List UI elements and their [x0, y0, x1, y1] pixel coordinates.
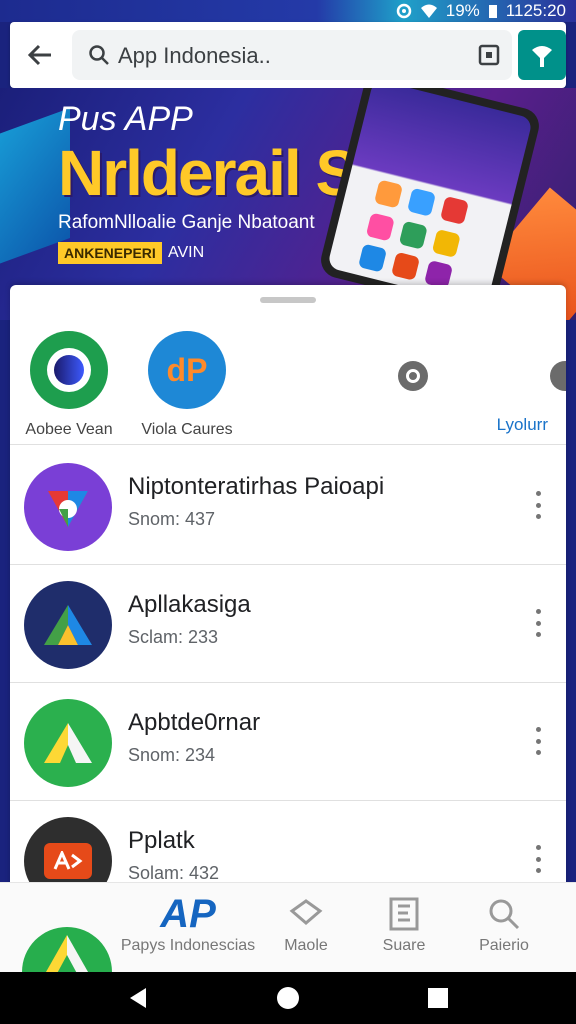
tag-icon	[289, 899, 323, 925]
app-meta: Snom: 234	[128, 745, 216, 765]
search-icon	[489, 899, 520, 930]
system-navigation-bar	[0, 972, 576, 1024]
app-icon: dP	[148, 331, 226, 409]
search-query: App Indonesia..	[118, 43, 271, 68]
bottom-navigation: AP Papys Indonescias Maole Suare Paierio	[0, 882, 576, 1017]
system-home-icon[interactable]	[276, 986, 300, 1010]
list-item[interactable]: Apbtde0rnar Snom: 234	[10, 683, 566, 801]
app-name: Apllakasiga	[128, 591, 251, 618]
microphone-icon	[532, 46, 552, 67]
app-name: Pplatk	[128, 827, 195, 854]
app-name: Niptonteratirhas Paioapi	[128, 473, 385, 500]
scan-icon[interactable]	[478, 44, 500, 66]
quick-apps-row: Aobee Vean dP Viola Caures Lyolurr	[10, 315, 566, 445]
nav-tab-search[interactable]: Paierio	[434, 891, 574, 955]
banner-subtitle: Pus APP	[58, 100, 193, 138]
more-options-icon[interactable]	[526, 487, 550, 523]
back-button[interactable]	[24, 39, 56, 71]
quick-app-label: Aobee Vean	[25, 421, 113, 438]
list-item[interactable]: Apllakasiga Sclam: 233	[10, 565, 566, 683]
list-item[interactable]: Niptonteratirhas Paioapi Snom: 437	[10, 447, 566, 565]
more-options-icon[interactable]	[526, 841, 550, 877]
more-options-icon[interactable]	[526, 605, 550, 641]
status-indicators: 19% 1125:20	[396, 0, 566, 22]
wifi-icon	[420, 4, 437, 18]
home-app-logo-text: AP	[160, 891, 216, 936]
results-sheet: Aobee Vean dP Viola Caures Lyolurr Nipto…	[10, 285, 566, 905]
app-meta: Solam: 432	[128, 863, 220, 883]
location-icon	[396, 3, 412, 19]
status-bar: 19% 1125:20	[0, 0, 576, 22]
more-options-icon[interactable]	[526, 723, 550, 759]
nav-tab-label: Paierio	[479, 937, 529, 954]
drag-handle[interactable]	[260, 297, 316, 303]
app-icon	[24, 699, 112, 787]
app-meta: Snom: 437	[128, 509, 216, 529]
search-input[interactable]: App Indonesia..	[72, 30, 512, 80]
arrow-back-icon	[27, 44, 51, 66]
quick-app-label: Viola Caures	[141, 421, 233, 438]
layout-link[interactable]: Lyolurr	[497, 415, 548, 435]
search-icon	[89, 45, 109, 65]
app-name: Apbtde0rnar	[128, 709, 261, 736]
book-icon	[389, 897, 419, 931]
app-icon	[24, 463, 112, 551]
search-header: App Indonesia..	[10, 22, 566, 88]
app-icon-letters: dP	[166, 351, 208, 388]
app-icon	[24, 581, 112, 669]
battery-icon	[488, 5, 497, 18]
quick-app-item[interactable]: Aobee Vean	[14, 331, 124, 439]
banner-tagline: RafomNlloalie Ganje Nbatoant	[58, 212, 315, 233]
banner-badge-extra: AVIN	[168, 244, 205, 261]
quick-app-item[interactable]: dP Viola Caures	[132, 331, 242, 439]
system-recents-icon[interactable]	[426, 986, 450, 1010]
clock: 1125:20	[505, 1, 566, 20]
voice-search-button[interactable]	[518, 30, 566, 80]
banner-badge: ANKENEPERI	[58, 242, 162, 264]
battery-percent: 19%	[445, 1, 480, 20]
loading-icon	[550, 361, 566, 391]
app-icon	[30, 331, 108, 409]
system-back-icon[interactable]	[126, 986, 150, 1010]
app-meta: Sclam: 233	[128, 627, 219, 647]
loading-icon	[398, 361, 428, 391]
